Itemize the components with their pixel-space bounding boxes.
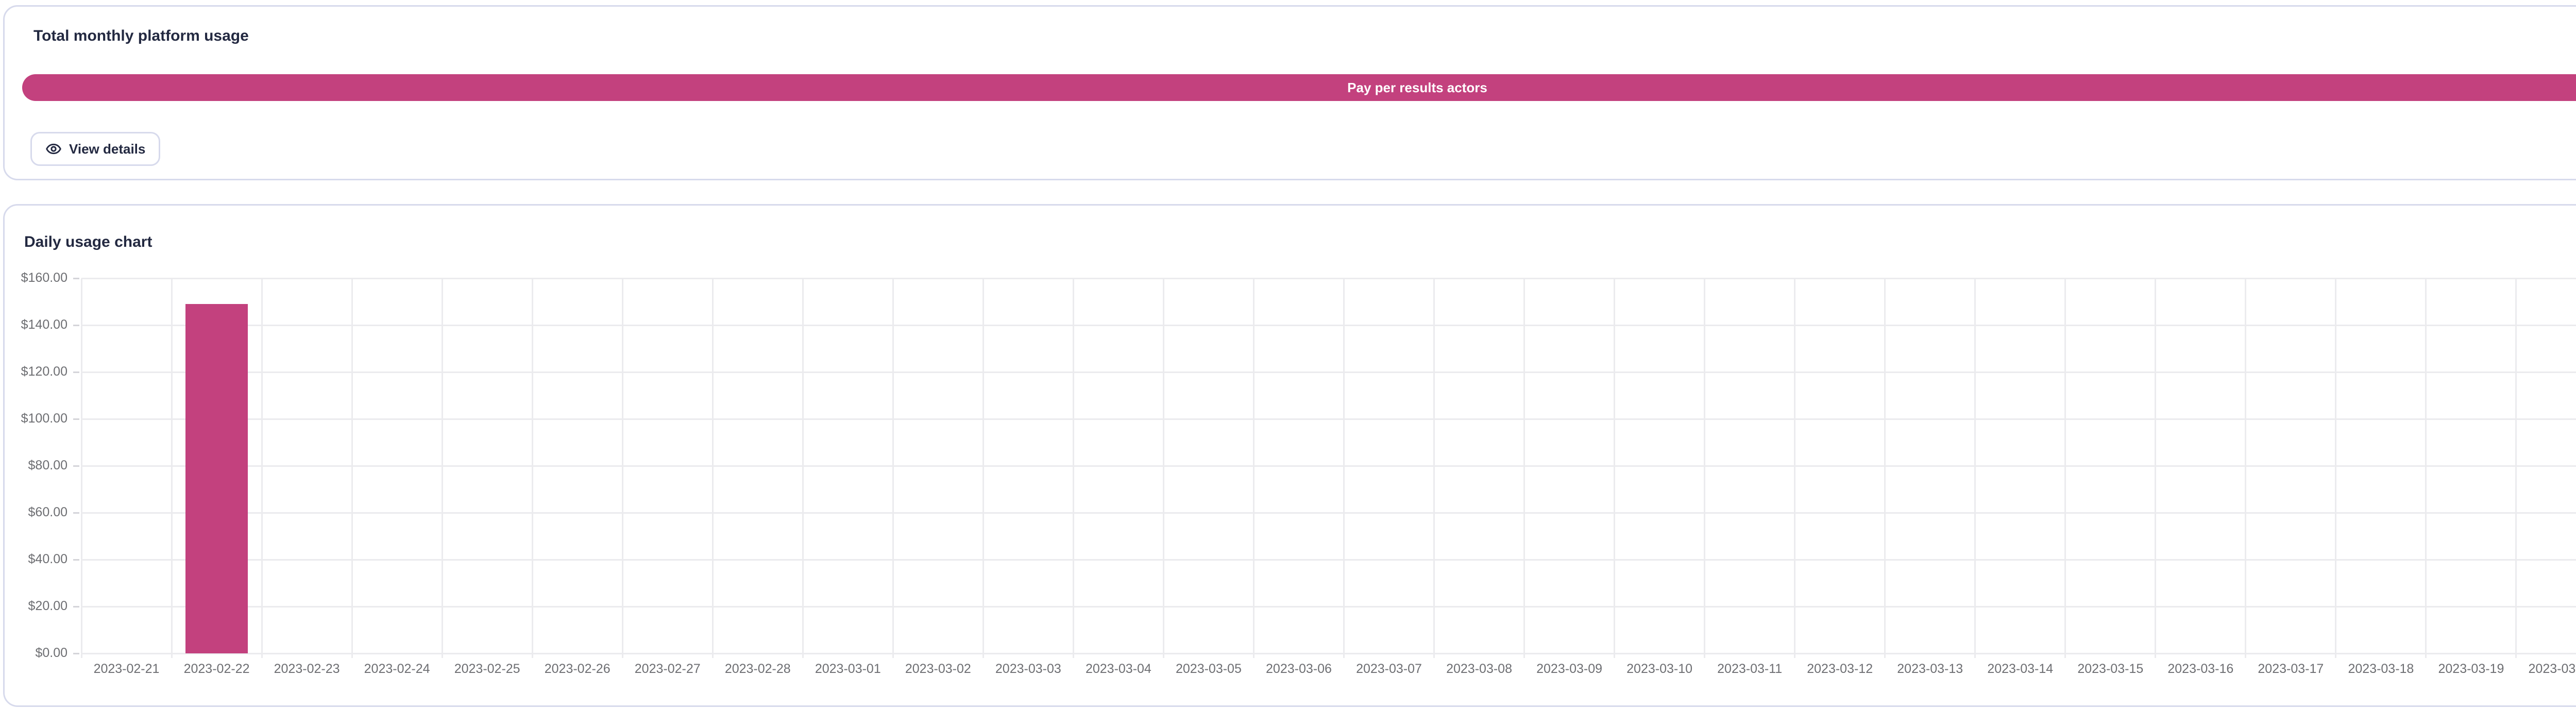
v-gridline [2064,278,2066,658]
y-tick-label: $0.00 [5,646,67,661]
y-tick-mark [73,653,79,654]
v-gridline [261,278,263,658]
h-gridline [81,325,2576,326]
h-gridline [81,653,2576,654]
v-gridline [1433,278,1435,658]
y-tick-mark [73,512,79,514]
v-gridline [442,278,443,658]
eye-icon [45,141,62,157]
x-tick-label: 2023-03-20 [2501,662,2576,677]
v-gridline [2515,278,2517,658]
v-gridline [1523,278,1525,658]
v-gridline [982,278,984,658]
total-usage-card: Total monthly platform usage $150.00 Pay… [3,5,2576,180]
v-gridline [802,278,804,658]
usage-bar-segment-pay-per-results-actors[interactable]: Pay per results actors [22,74,2576,101]
y-tick-label: $80.00 [5,458,67,473]
y-tick-mark [73,559,79,561]
v-gridline [171,278,173,658]
y-tick-mark [73,465,79,467]
v-gridline [2245,278,2246,658]
h-gridline [81,606,2576,607]
v-gridline [81,278,82,658]
v-gridline [351,278,353,658]
plot-area [81,278,2576,653]
usage-bar-segment-label: Pay per results actors [1347,80,1487,96]
y-tick-mark [73,372,79,373]
y-tick-mark [73,606,79,607]
h-gridline [81,465,2576,467]
v-gridline [1343,278,1345,658]
v-gridline [1073,278,1074,658]
y-tick-mark [73,278,79,279]
y-tick-label: $120.00 [5,364,67,379]
view-details-label: View details [69,141,145,157]
daily-usage-chart-card: Daily usage chart Absolute Cumulative Ac… [3,204,2576,707]
v-gridline [1253,278,1255,658]
v-gridline [622,278,623,658]
v-gridline [2155,278,2156,658]
y-tick-label: $20.00 [5,599,67,614]
usage-bar: Pay per results actors [22,74,2576,101]
y-tick-label: $160.00 [5,271,67,285]
h-gridline [81,278,2576,279]
v-gridline [1794,278,1795,658]
bar-2023-02-22[interactable] [185,304,248,653]
y-tick-mark [73,418,79,420]
y-tick-label: $60.00 [5,505,67,520]
v-gridline [532,278,533,658]
v-gridline [2425,278,2427,658]
v-gridline [892,278,894,658]
v-gridline [1884,278,1886,658]
view-details-button[interactable]: View details [30,132,160,166]
v-gridline [1163,278,1164,658]
y-tick-label: $100.00 [5,411,67,426]
h-gridline [81,418,2576,420]
h-gridline [81,559,2576,561]
v-gridline [1974,278,1976,658]
y-tick-label: $140.00 [5,317,67,332]
v-gridline [712,278,714,658]
y-tick-label: $40.00 [5,552,67,567]
h-gridline [81,372,2576,373]
v-gridline [2335,278,2336,658]
chart-region: Actor compute unitsProxy SERPsProxy resi… [5,206,2576,705]
v-gridline [1614,278,1615,658]
v-gridline [1704,278,1705,658]
total-usage-title: Total monthly platform usage [33,27,249,45]
h-gridline [81,512,2576,514]
y-tick-mark [73,325,79,326]
